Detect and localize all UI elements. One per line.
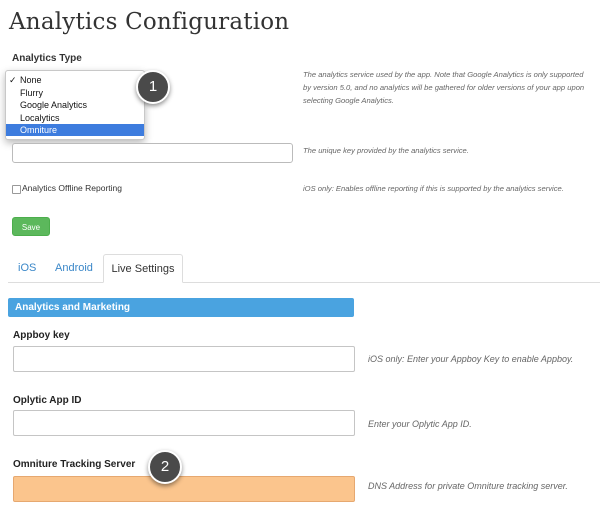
appboy-key-label: Appboy key bbox=[13, 330, 70, 341]
dropdown-option-none[interactable]: ✓ None bbox=[6, 74, 144, 86]
analytics-type-label: Analytics Type bbox=[12, 53, 82, 64]
omniture-tracking-server-input[interactable] bbox=[13, 476, 355, 502]
appboy-key-input[interactable] bbox=[13, 346, 355, 372]
dropdown-option-omniture[interactable]: Omniture bbox=[6, 124, 144, 136]
tab-live-settings[interactable]: Live Settings bbox=[103, 254, 183, 283]
checkmark-icon: ✓ bbox=[9, 75, 17, 85]
offline-reporting-label: Analytics Offline Reporting bbox=[22, 183, 123, 193]
tab-android[interactable]: Android bbox=[55, 262, 93, 274]
offline-reporting-help: iOS only: Enables offline reporting if t… bbox=[303, 184, 564, 193]
oplytic-app-id-help: Enter your Oplytic App ID. bbox=[368, 419, 472, 429]
appboy-key-help: iOS only: Enter your Appboy Key to enabl… bbox=[368, 354, 574, 364]
dropdown-option-google-analytics[interactable]: Google Analytics bbox=[6, 99, 144, 111]
analytics-type-dropdown[interactable]: ✓ None Flurry Google Analytics Localytic… bbox=[5, 70, 145, 140]
tab-ios[interactable]: iOS bbox=[18, 262, 36, 274]
save-button[interactable]: Save bbox=[12, 217, 50, 236]
dropdown-option-flurry[interactable]: Flurry bbox=[6, 87, 144, 99]
callout-badge-2: 2 bbox=[148, 450, 182, 484]
offline-reporting-checkbox[interactable] bbox=[12, 185, 21, 194]
dropdown-option-localytics[interactable]: Localytics bbox=[6, 112, 144, 124]
tabs-divider bbox=[8, 282, 600, 283]
oplytic-app-id-input[interactable] bbox=[13, 410, 355, 436]
analytics-key-help: The unique key provided by the analytics… bbox=[303, 146, 469, 155]
omniture-tracking-server-help: DNS Address for private Omniture trackin… bbox=[368, 481, 568, 491]
section-header: Analytics and Marketing bbox=[8, 298, 354, 317]
omniture-tracking-server-label: Omniture Tracking Server bbox=[13, 459, 136, 470]
callout-badge-1: 1 bbox=[136, 70, 170, 104]
page-title: Analytics Configuration bbox=[9, 9, 290, 35]
analytics-key-input[interactable] bbox=[12, 143, 293, 163]
analytics-type-help: The analytics service used by the app. N… bbox=[303, 70, 585, 105]
oplytic-app-id-label: Oplytic App ID bbox=[13, 395, 82, 406]
